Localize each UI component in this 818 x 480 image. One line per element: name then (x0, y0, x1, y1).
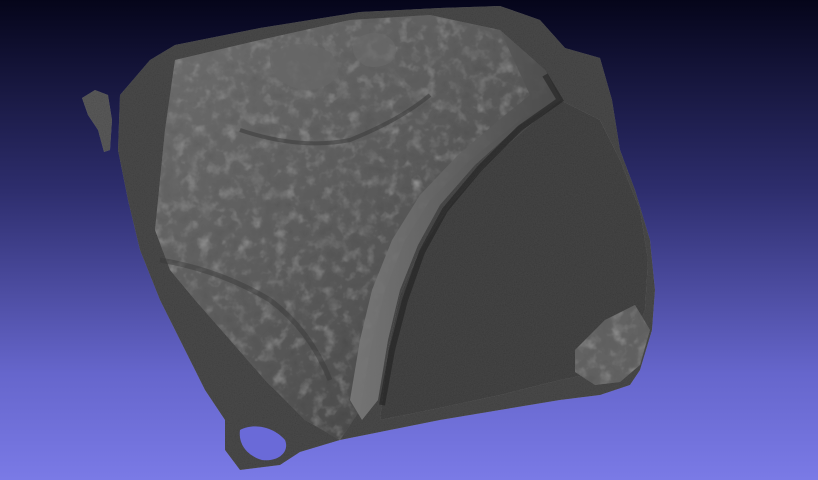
mesh-render[interactable] (0, 0, 818, 480)
3d-viewport[interactable] (0, 0, 818, 480)
mesh-fragment-left (82, 90, 112, 152)
